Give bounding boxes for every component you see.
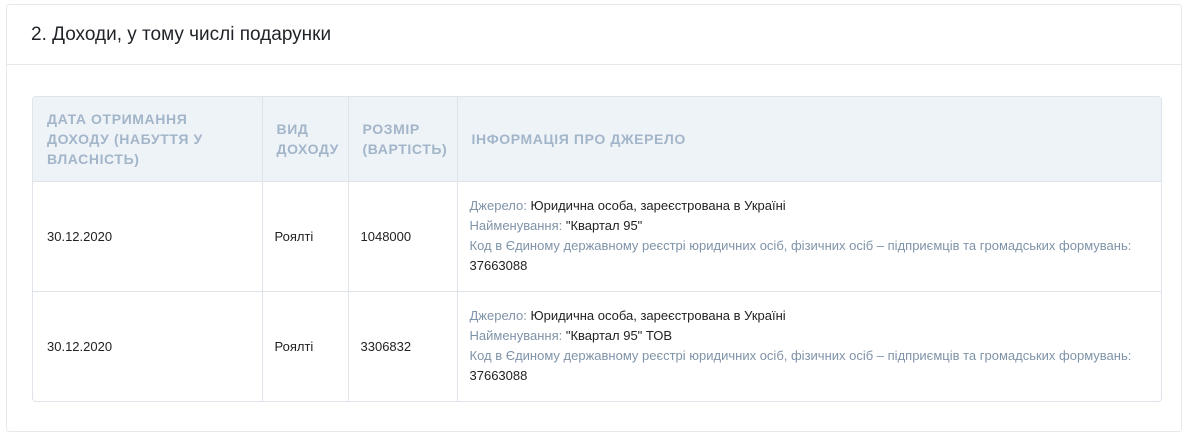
header-income-type: ВИД ДОХОДУ: [262, 97, 349, 181]
cell-amount: 3306832: [348, 291, 458, 401]
header-amount: РОЗМІР (ВАРТІСТЬ): [348, 97, 458, 181]
income-section-card: 2. Доходи, у тому числі подарунки ДАТА О…: [6, 4, 1182, 432]
source-value: Юридична особа, зареєстрована в Україні: [530, 308, 786, 324]
name-label: Найменування:: [469, 328, 563, 344]
source-line: Джерело: Юридична особа, зареєстрована в…: [470, 196, 1150, 216]
table-header-row: ДАТА ОТРИМАННЯ ДОХОДУ (НАБУТТЯ У ВЛАСНІС…: [33, 97, 1161, 181]
cell-income-type: Роялті: [262, 291, 349, 401]
section-header: 2. Доходи, у тому числі подарунки: [7, 5, 1181, 65]
cell-source-info: Джерело: Юридична особа, зареєстрована в…: [457, 291, 1161, 401]
name-line: Найменування: "Квартал 95" ТОВ: [470, 326, 1150, 346]
section-title: 2. Доходи, у тому числі подарунки: [31, 23, 332, 45]
header-source-info: ІНФОРМАЦІЯ ПРО ДЖЕРЕЛО: [471, 130, 686, 147]
cell-source-info: Джерело: Юридична особа, зареєстрована в…: [457, 181, 1161, 291]
name-label: Найменування:: [469, 218, 563, 233]
table-row: 30.12.2020 Роялті 3306832 Джерело: Юриди…: [33, 291, 1161, 401]
name-value: "Квартал 95" ТОВ: [565, 328, 673, 344]
cell-amount: 1048000: [348, 181, 458, 291]
name-line: Найменування: "Квартал 95": [470, 216, 1150, 236]
header-date: ДАТА ОТРИМАННЯ ДОХОДУ (НАБУТТЯ У ВЛАСНІС…: [33, 97, 263, 181]
source-label: Джерело:: [469, 308, 527, 324]
code-line: Код в Єдиному державному реєстрі юридичн…: [470, 236, 1150, 276]
cell-date: 30.12.2020: [33, 181, 263, 291]
source-value: Юридична особа, зареєстрована в Україні: [530, 198, 786, 213]
income-table-container: ДАТА ОТРИМАННЯ ДОХОДУ (НАБУТТЯ У ВЛАСНІС…: [32, 96, 1162, 402]
source-label: Джерело:: [469, 198, 527, 213]
cell-date: 30.12.2020: [33, 291, 263, 401]
table-row: 30.12.2020 Роялті 1048000 Джерело: Юриди…: [33, 181, 1161, 291]
cell-income-type: Роялті: [262, 181, 349, 291]
source-line: Джерело: Юридична особа, зареєстрована в…: [470, 306, 1150, 326]
code-label: Код в Єдиному державному реєстрі юридичн…: [469, 348, 1132, 364]
income-table: ДАТА ОТРИМАННЯ ДОХОДУ (НАБУТТЯ У ВЛАСНІС…: [33, 97, 1161, 401]
code-label: Код в Єдиному державному реєстрі юридичн…: [469, 238, 1132, 253]
code-line: Код в Єдиному державному реєстрі юридичн…: [470, 346, 1150, 386]
name-value: "Квартал 95": [565, 218, 643, 233]
code-value: 37663088: [469, 258, 528, 273]
code-value: 37663088: [469, 368, 528, 384]
